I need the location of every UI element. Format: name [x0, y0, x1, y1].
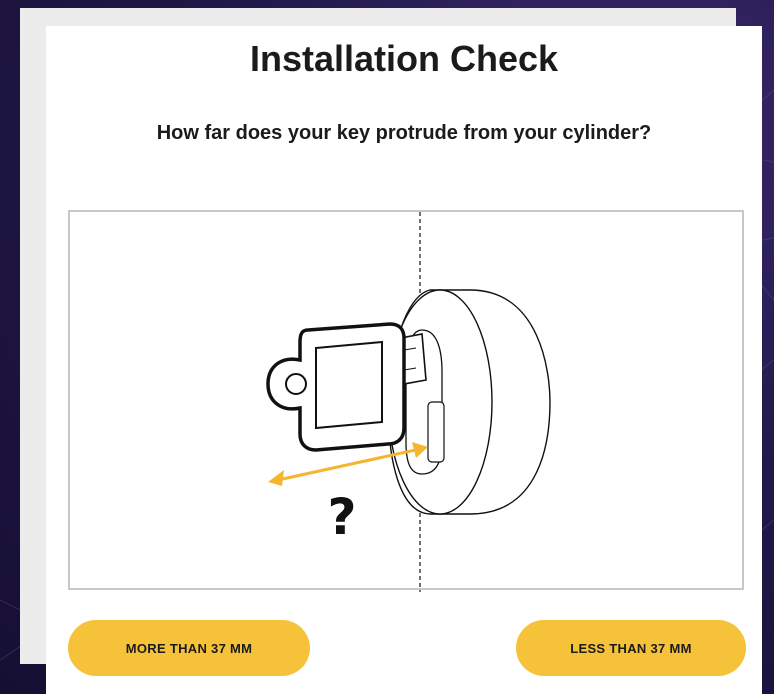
question-mark-icon: ?	[327, 488, 356, 546]
key-ring-hole	[285, 373, 307, 395]
question-text: How far does your key protrude from your…	[156, 122, 652, 144]
keyway-slot	[427, 401, 445, 463]
key-cylinder-illustration: ?	[68, 210, 744, 592]
key-grip-panel	[315, 340, 383, 430]
installation-check-card: Installation Check How far does your key…	[46, 26, 762, 694]
key-diagram: ?	[266, 212, 551, 592]
more-than-37mm-button[interactable]: MORE THAN 37 MM	[68, 620, 310, 676]
page-title: Installation Check	[249, 38, 559, 79]
less-than-37mm-button[interactable]: LESS THAN 37 MM	[516, 620, 746, 676]
